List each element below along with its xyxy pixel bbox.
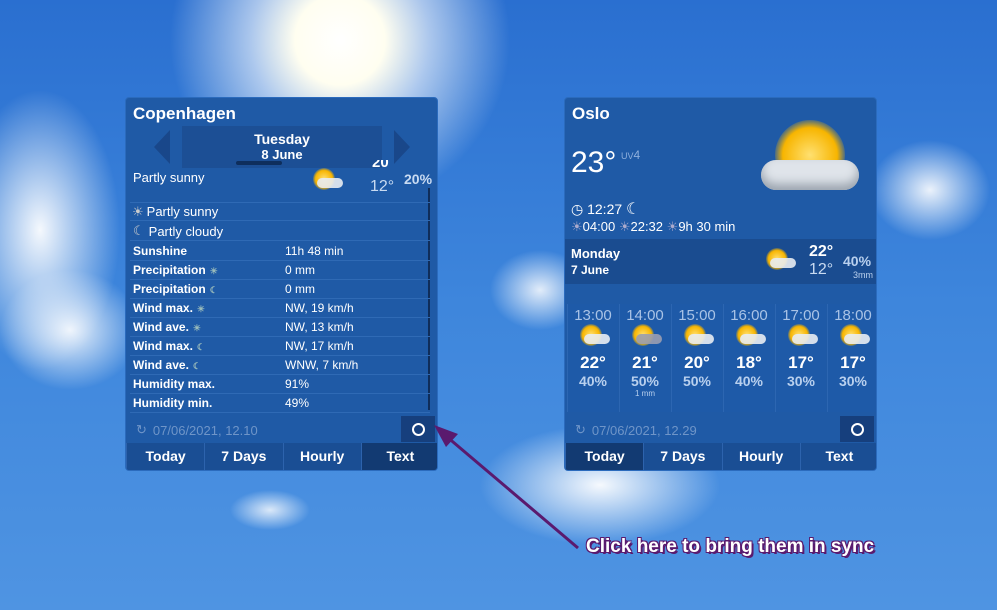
annotation-arrow — [434, 425, 579, 550]
annotation-text: Click here to bring them in sync — [586, 536, 875, 557]
